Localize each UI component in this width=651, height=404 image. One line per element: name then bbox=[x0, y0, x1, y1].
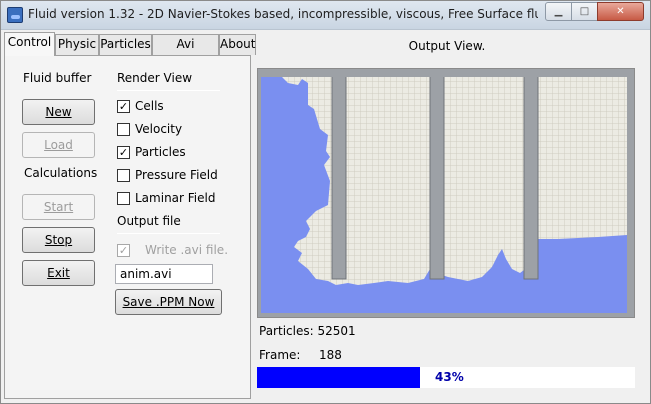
render-view-label: Render View bbox=[117, 71, 193, 85]
stop-button-label: Stop bbox=[44, 233, 73, 247]
start-button-label: Start bbox=[43, 200, 74, 214]
wall-pillar bbox=[429, 72, 445, 280]
particles-count-label: Particles: bbox=[259, 324, 314, 338]
new-button-label: New bbox=[45, 105, 72, 119]
pressure-field-label: Pressure Field bbox=[135, 168, 218, 182]
simulation-canvas bbox=[258, 69, 634, 313]
start-button[interactable]: Start bbox=[22, 194, 95, 220]
velocity-check-box bbox=[117, 123, 130, 136]
render-view-divider bbox=[117, 90, 220, 91]
new-button[interactable]: New bbox=[22, 99, 95, 125]
cells-label: Cells bbox=[135, 99, 164, 113]
particles-label: Particles bbox=[135, 145, 186, 159]
write-avi-label: Write .avi file. bbox=[145, 243, 229, 257]
tab-physic[interactable]: Physic bbox=[55, 34, 99, 55]
exit-button-label: Exit bbox=[47, 266, 70, 280]
cells-check-box: ✓ bbox=[117, 100, 130, 113]
save-ppm-button-label: Save .PPM Now bbox=[122, 295, 215, 309]
exit-button[interactable]: Exit bbox=[22, 260, 95, 286]
window-title: Fluid version 1.32 - 2D Navier-Stokes ba… bbox=[28, 7, 538, 21]
stop-button[interactable]: Stop bbox=[22, 227, 95, 253]
avi-filename-input[interactable] bbox=[115, 264, 213, 284]
particles-count-value: 52501 bbox=[317, 324, 356, 338]
output-file-label: Output file bbox=[117, 214, 181, 228]
velocity-label: Velocity bbox=[135, 122, 183, 136]
laminar-field-check-box bbox=[117, 192, 130, 205]
output-file-divider bbox=[117, 233, 220, 234]
frame-value: 188 bbox=[319, 348, 342, 362]
wall-pillar bbox=[258, 69, 634, 77]
tab-particles[interactable]: Particles bbox=[99, 34, 152, 55]
particles-check-box: ✓ bbox=[117, 146, 130, 159]
progress-text: 43% bbox=[435, 370, 464, 384]
particles-count: Particles: 52501 bbox=[259, 324, 356, 338]
frame-label: Frame: bbox=[259, 348, 301, 362]
calculations-label: Calculations bbox=[24, 166, 98, 180]
title-bar[interactable]: Fluid version 1.32 - 2D Navier-Stokes ba… bbox=[1, 1, 650, 30]
minimize-button[interactable]: ▁ bbox=[545, 2, 572, 21]
fluid-app-icon bbox=[7, 7, 23, 23]
simulation-viewport bbox=[257, 68, 635, 318]
load-button[interactable]: Load bbox=[22, 132, 95, 158]
maximize-button[interactable]: □ bbox=[571, 2, 598, 21]
save-ppm-button[interactable]: Save .PPM Now bbox=[115, 289, 222, 315]
write-avi-check-box: ✓ bbox=[117, 244, 130, 257]
load-button-label: Load bbox=[44, 138, 73, 152]
tab-about[interactable]: About bbox=[219, 34, 256, 55]
fluid-buffer-label: Fluid buffer bbox=[23, 71, 92, 85]
tab-avi-options[interactable]: Avi options bbox=[152, 34, 219, 70]
laminar-field-label: Laminar Field bbox=[135, 191, 216, 205]
wall-pillar bbox=[523, 72, 539, 280]
tab-control[interactable]: Control bbox=[4, 32, 55, 56]
output-view-title: Output View. bbox=[408, 39, 486, 53]
app-window: Fluid version 1.32 - 2D Navier-Stokes ba… bbox=[0, 0, 651, 404]
pressure-field-check-box bbox=[117, 169, 130, 182]
progress-bar: 43% bbox=[257, 367, 635, 388]
wall-pillar bbox=[331, 72, 347, 280]
close-button[interactable]: ✕ bbox=[597, 2, 644, 21]
progress-fill bbox=[257, 367, 420, 388]
